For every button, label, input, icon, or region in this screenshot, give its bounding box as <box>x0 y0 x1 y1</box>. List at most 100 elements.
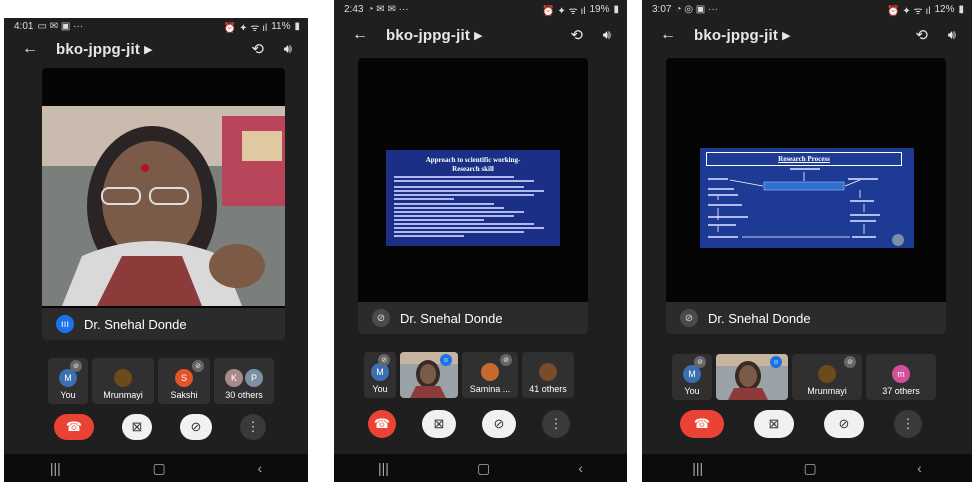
recents-icon[interactable]: ||| <box>692 460 703 476</box>
main-video-stage: Research Process ⊘ Dr. Snehal Donde <box>666 58 946 334</box>
android-nav-bar: ||| ▢ ‹ <box>642 454 972 482</box>
switch-camera-icon[interactable]: ⟲ <box>251 40 264 58</box>
participant-strip: ⊘ M You Mrunmayi ⊘ S Sakshi K P 30 other… <box>48 358 274 404</box>
status-bar: 2:43 ◔ ✉ ✉ ··· ⏰ ✦ ᯤ ıl 19% ▮ <box>334 0 627 17</box>
speaker-icon[interactable]: 🔊︎ <box>603 27 611 43</box>
avatar <box>481 363 499 381</box>
participant-strip: ⊘ M You ıı ⊘ Mrunmayi m 37 others <box>672 354 936 400</box>
call-screen-3: 3:07 ◔ ◎ ▣ ··· ⏰ ✦ ᯤ ıl 12% ▮ ← bko-jppg-ji… <box>642 0 972 482</box>
mic-off-icon: ⊘ <box>500 354 512 366</box>
main-video-stage: Approach to scientific working- Research… <box>358 58 588 334</box>
call-controls: ☎ ⊠ ⊘ ⋮ <box>680 410 922 438</box>
status-bar: 3:07 ◔ ◎ ▣ ··· ⏰ ✦ ᯤ ıl 12% ▮ <box>642 0 972 17</box>
switch-camera-icon[interactable]: ⟲ <box>570 26 583 44</box>
participant-tile[interactable]: 41 others <box>522 352 574 398</box>
speaker-icon[interactable]: 🔊︎ <box>284 41 292 57</box>
participant-name: 30 others <box>225 390 263 400</box>
speaking-indicator-icon: ıı <box>440 354 452 366</box>
participant-video-tile[interactable]: ıı <box>716 354 788 400</box>
end-call-icon[interactable]: ☎ <box>680 410 724 438</box>
avatar <box>539 363 557 381</box>
back-arrow-icon[interactable]: ← <box>660 26 676 44</box>
home-icon[interactable]: ▢ <box>804 460 817 477</box>
participant-tile[interactable]: ⊘ M You <box>672 354 712 400</box>
end-call-icon[interactable]: ☎ <box>54 414 94 440</box>
main-video-stage: ııı Dr. Snehal Donde <box>42 68 285 340</box>
clock: 4:01 <box>14 21 34 32</box>
mic-off-icon: ⊘ <box>70 360 82 372</box>
participant-tile[interactable]: m 37 others <box>866 354 936 400</box>
android-nav-bar: ||| ▢ ‹ <box>4 454 308 482</box>
recents-icon[interactable]: ||| <box>378 460 389 476</box>
back-arrow-icon[interactable]: ← <box>352 26 368 44</box>
battery-level: 11% <box>271 21 291 32</box>
avatar: P <box>245 369 263 387</box>
call-header: ← bko-jppg-jit ▸ ⟲ 🔊︎ <box>334 22 627 48</box>
status-bar: 4:01 ▭ ✉ ▣ ··· ⏰ ✦ ᯤ ıl 11% ▮ <box>4 18 308 34</box>
more-icon[interactable]: ⋮ <box>542 410 570 438</box>
meeting-code[interactable]: bko-jppg-jit ▸ <box>694 26 790 44</box>
back-icon[interactable]: ‹ <box>578 460 583 476</box>
avatar: S <box>175 369 193 387</box>
participant-tile[interactable]: Mrunmayi <box>92 358 154 404</box>
camera-off-icon[interactable]: ⊠ <box>122 414 152 440</box>
participant-name: You <box>684 386 700 396</box>
mic-off-icon: ⊘ <box>680 309 698 327</box>
meeting-code[interactable]: bko-jppg-jit ▸ <box>386 26 482 44</box>
recents-icon[interactable]: ||| <box>50 460 61 476</box>
home-icon[interactable]: ▢ <box>153 460 166 477</box>
back-icon[interactable]: ‹ <box>257 460 262 476</box>
avatar: m <box>892 365 910 383</box>
end-call-icon[interactable]: ☎ <box>368 410 396 438</box>
speaker-video <box>42 106 285 306</box>
participant-tile[interactable]: ⊘ Samina ... <box>462 352 518 398</box>
more-icon[interactable]: ⋮ <box>894 410 922 438</box>
speaker-icon[interactable]: 🔊︎ <box>948 27 956 43</box>
signal-icons: ⏰ ✦ ᯤ ıl <box>223 22 268 34</box>
participant-tile[interactable]: ⊘ M You <box>48 358 88 404</box>
call-header: ← bko-jppg-jit ▸ ⟲ 🔊︎ <box>642 22 972 48</box>
presentation-slide: Approach to scientific working- Research… <box>386 150 560 246</box>
signal-icons: ⏰ ✦ ᯤ ıl <box>542 5 586 17</box>
clock: 2:43 <box>344 4 364 15</box>
battery-icon: ▮ <box>613 4 619 15</box>
mic-off-icon: ⊘ <box>372 309 390 327</box>
notification-icons: ▭ ✉ ▣ ··· <box>37 21 84 32</box>
speaking-indicator-icon: ıı <box>770 356 782 368</box>
participant-name: Mrunmayi <box>103 390 143 400</box>
clock: 3:07 <box>652 4 672 15</box>
home-icon[interactable]: ▢ <box>477 460 490 477</box>
active-speaker-bar: ⊘ Dr. Snehal Donde <box>358 302 588 334</box>
camera-off-icon[interactable]: ⊠ <box>754 410 794 438</box>
signal-icons: ⏰ ✦ ᯤ ıl <box>887 5 931 17</box>
speaker-name: Dr. Snehal Donde <box>400 310 503 326</box>
meeting-code[interactable]: bko-jppg-jit ▸ <box>56 40 152 58</box>
mic-off-icon[interactable]: ⊘ <box>482 410 516 438</box>
slide-title: Approach to scientific working- Research… <box>425 156 521 173</box>
participant-tile[interactable]: K P 30 others <box>214 358 274 404</box>
speaker-name: Dr. Snehal Donde <box>708 310 811 326</box>
participant-tile[interactable]: ⊘ M You <box>364 352 396 398</box>
participant-video-tile[interactable]: ıı <box>400 352 458 398</box>
switch-camera-icon[interactable]: ⟲ <box>915 26 928 44</box>
camera-off-icon[interactable]: ⊠ <box>422 410 456 438</box>
participant-name: You <box>60 390 76 400</box>
participant-tile[interactable]: ⊘ Mrunmayi <box>792 354 862 400</box>
battery-level: 19% <box>589 4 610 15</box>
android-nav-bar: ||| ▢ ‹ <box>334 454 627 482</box>
back-arrow-icon[interactable]: ← <box>22 40 38 58</box>
battery-level: 12% <box>934 4 955 15</box>
participant-tile[interactable]: ⊘ S Sakshi <box>158 358 210 404</box>
back-icon[interactable]: ‹ <box>917 460 922 476</box>
slide-title: Research Process <box>778 155 830 163</box>
slide-flowchart <box>708 168 904 246</box>
call-controls: ☎ ⊠ ⊘ ⋮ <box>368 410 570 438</box>
mic-off-icon: ⊘ <box>694 356 706 368</box>
more-icon[interactable]: ⋮ <box>240 414 266 440</box>
participant-name: Sakshi <box>170 390 198 400</box>
mic-off-icon[interactable]: ⊘ <box>180 414 212 440</box>
slide-content <box>394 176 544 237</box>
participant-name: Mrunmayi <box>807 386 847 396</box>
mic-off-icon: ⊘ <box>378 354 390 366</box>
mic-off-icon[interactable]: ⊘ <box>824 410 864 438</box>
